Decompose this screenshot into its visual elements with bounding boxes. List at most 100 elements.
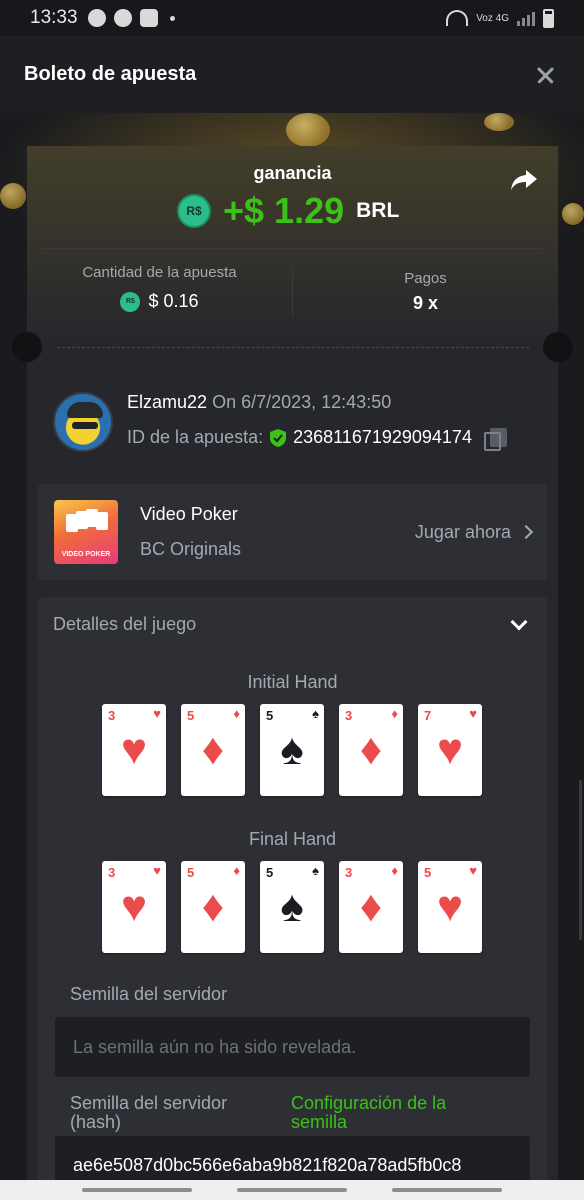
brl-coin-icon: R$ [177, 194, 211, 228]
bet-id-label: ID de la apuesta: [127, 427, 264, 447]
battery-icon [543, 8, 554, 28]
win-label: ganancia [253, 163, 332, 183]
card-rank: 3 [108, 865, 116, 880]
bet-date: On 6/7/2023, 12:43:50 [212, 392, 392, 412]
final-hand: 3 ♥ ♥ 5 ♦ ♦ 5 ♠ ♠ 3 ♦ ♦ 5 ♥ ♥ [102, 861, 482, 953]
avatar[interactable] [53, 392, 113, 452]
card-suit-icon: ♥ [469, 863, 477, 878]
card-suit-large-icon: ♥ [120, 725, 148, 774]
card-suit-large-icon: ♦ [359, 725, 383, 774]
card-rank: 5 [266, 708, 274, 723]
bet-id-value: 236811671929094174 [293, 427, 472, 447]
chevron-right-icon [518, 524, 534, 540]
card-suit-icon: ♥ [469, 706, 477, 721]
card-suit-large-icon: ♠ [280, 725, 304, 774]
bet-amount-label: Cantidad de la apuesta [82, 264, 237, 281]
ticket-perforation [57, 347, 529, 348]
card-suit-large-icon: ♦ [201, 725, 225, 774]
card-suit-icon: ♥ [153, 863, 161, 878]
game-link-row[interactable]: VIDEO POKER Video Poker BC Originals Jug… [38, 484, 547, 580]
home-button[interactable] [236, 1188, 347, 1192]
game-provider: BC Originals [140, 539, 242, 559]
copy-icon[interactable] [483, 427, 507, 451]
initial-hand-label: Initial Hand [247, 672, 338, 692]
verified-shield-icon [270, 428, 287, 447]
card-suit-icon: ♦ [233, 863, 240, 878]
coin-decoration [484, 113, 514, 131]
card-suit-large-icon: ♥ [120, 882, 148, 931]
wifi-icon [446, 10, 469, 26]
game-name: Video Poker [140, 504, 238, 524]
notification-icons [87, 9, 175, 27]
card-suit-icon: ♦ [233, 706, 240, 721]
card-rank: 3 [345, 865, 353, 880]
telegram-icon [113, 9, 132, 27]
initial-hand: 3 ♥ ♥ 5 ♦ ♦ 5 ♠ ♠ 3 ♦ ♦ 7 ♥ ♥ [102, 704, 482, 796]
card-suit-large-icon: ♠ [280, 882, 304, 931]
playing-card: 7 ♥ ♥ [418, 704, 482, 796]
payout-label: Pagos [404, 270, 447, 287]
user-line: Elzamu22 On 6/7/2023, 12:43:50 [127, 392, 504, 413]
card-suit-icon: ♦ [391, 706, 398, 721]
back-button[interactable] [391, 1188, 502, 1192]
payout-value: 9 x [412, 293, 439, 313]
avatar-glasses [72, 422, 98, 429]
playing-card: 5 ♦ ♦ [181, 861, 245, 953]
user-details: Elzamu22 On 6/7/2023, 12:43:50 ID de la … [127, 392, 507, 451]
server-seed-label: Semilla del servidor [70, 984, 228, 1004]
username[interactable]: Elzamu22 [127, 392, 207, 412]
status-time: 13:33 [30, 7, 78, 28]
playing-card: 5 ♥ ♥ [418, 861, 482, 953]
playing-card: 5 ♠ ♠ [260, 704, 324, 796]
coin-decoration [0, 183, 26, 209]
youtube-icon [139, 9, 158, 27]
bet-amount-value-row: R$ $ 0.16 [27, 291, 292, 312]
system-nav-bar [0, 1180, 584, 1200]
play-now-button[interactable]: Jugar ahora [414, 521, 534, 543]
server-seed-hash-label: Semilla del servidor (hash) [70, 1093, 228, 1132]
signal-icon [517, 10, 535, 26]
coin-decoration [286, 113, 330, 147]
brl-coin-icon: R$ [120, 291, 141, 312]
avatar-hair [67, 402, 103, 418]
close-icon[interactable] [532, 61, 560, 89]
card-suit-icon: ♦ [391, 863, 398, 878]
server-seed-field: La semilla aún no ha sido revelada. [55, 1017, 530, 1077]
final-hand-label: Final Hand [248, 829, 337, 849]
card-rank: 5 [187, 865, 195, 880]
payout-stat: Pagos 9 x [293, 270, 558, 314]
card-rank: 3 [108, 708, 116, 723]
card-suit-icon: ♥ [153, 706, 161, 721]
card-rank: 5 [187, 708, 195, 723]
playing-card: 3 ♥ ♥ [102, 704, 166, 796]
system-icons: Voz 4G [446, 8, 554, 28]
seed-config-link[interactable]: Configuración de la semilla [291, 1094, 491, 1132]
play-now-label: Jugar ahora [414, 521, 511, 542]
ticket-notch [12, 332, 42, 362]
win-amount-row: R$ +$ 1.29 BRL [177, 190, 399, 232]
card-rank: 5 [266, 865, 274, 880]
ticket-notch [543, 332, 573, 362]
network-label: Voz 4G [476, 12, 509, 24]
win-amount: +$ 1.29 [223, 190, 345, 231]
thumbnail-label: VIDEO POKER [61, 551, 111, 558]
share-icon[interactable] [510, 168, 538, 192]
bet-id-line: ID de la apuesta: 236811671929094174 [127, 427, 507, 451]
coin-decoration [562, 203, 584, 225]
scrollbar[interactable] [579, 780, 582, 940]
bet-amount-stat: Cantidad de la apuesta R$ $ 0.16 [27, 264, 292, 312]
card-rank: 3 [345, 708, 353, 723]
playing-card: 3 ♥ ♥ [102, 861, 166, 953]
playing-card: 3 ♦ ♦ [339, 704, 403, 796]
bet-ticket-card: ganancia R$ +$ 1.29 BRL Cantidad de la a… [12, 146, 573, 1200]
more-notifications-icon [169, 15, 175, 21]
recent-apps-button[interactable] [82, 1188, 193, 1192]
game-details-title[interactable]: Detalles del juego [53, 614, 196, 635]
whatsapp-icon [87, 9, 106, 27]
win-currency: BRL [356, 199, 400, 222]
chevron-down-icon[interactable] [510, 613, 528, 631]
modal-title: Boleto de apuesta [24, 63, 197, 85]
playing-card: 5 ♦ ♦ [181, 704, 245, 796]
card-rank: 7 [424, 708, 432, 723]
bet-user-info: Elzamu22 On 6/7/2023, 12:43:50 ID de la … [53, 392, 507, 452]
